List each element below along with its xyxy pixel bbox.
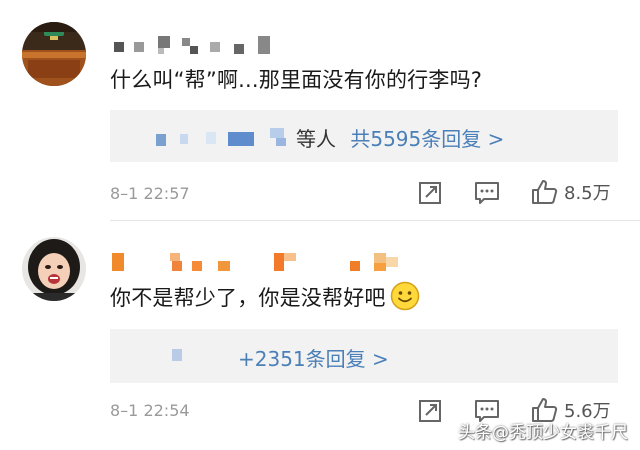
reply-summary-box[interactable]: 等人 共5595条回复 > — [110, 110, 618, 162]
share-icon — [419, 182, 441, 204]
watermark: 头条@秃顶少女裘千尺 — [458, 423, 628, 443]
comment-text: 什么叫“帮”啊...那里面没有你的行李吗? — [110, 68, 483, 92]
reply-count-link[interactable]: 共5595条回复 > — [350, 127, 504, 151]
share-button[interactable] — [418, 181, 442, 205]
like-button[interactable]: 8.5万 — [530, 178, 611, 206]
comment-icon — [475, 182, 499, 204]
comment-item: 你不是帮少了，你是没帮好吧 +2351条回复 > 8–1 22:54 5.6万 — [0, 221, 640, 450]
comment-text: 你不是帮少了，你是没帮好吧 — [110, 281, 420, 312]
reply-summary-text[interactable]: +2351条回复 > — [238, 343, 389, 372]
reply-count-link[interactable]: +2351条回复 > — [238, 347, 389, 371]
reply-people-label: 等人 — [296, 127, 336, 151]
avatar[interactable] — [22, 22, 86, 86]
comment-list: 什么叫“帮”啊...那里面没有你的行李吗? 等人 共5595条回复 > 8–1 … — [0, 0, 640, 450]
comment-item: 什么叫“帮”啊...那里面没有你的行李吗? 等人 共5595条回复 > 8–1 … — [0, 0, 640, 221]
avatar-image — [22, 237, 86, 301]
avatar-image — [22, 22, 86, 86]
comment-text-body: 你不是帮少了，你是没帮好吧 — [110, 286, 386, 310]
smile-emoji-icon — [390, 281, 419, 311]
comment-timestamp: 8–1 22:57 — [110, 184, 190, 203]
reply-summary-box[interactable]: +2351条回复 > — [110, 329, 618, 383]
share-button[interactable] — [418, 399, 442, 423]
avatar[interactable] — [22, 237, 86, 301]
comment-timestamp: 8–1 22:54 — [110, 401, 190, 420]
thumbs-up-icon — [532, 180, 558, 204]
username-mosaic[interactable] — [112, 253, 402, 273]
comment-button[interactable] — [474, 181, 500, 205]
username-mosaic[interactable] — [112, 36, 272, 56]
like-count: 8.5万 — [564, 183, 611, 204]
reply-summary-text[interactable]: 等人 共5595条回复 > — [296, 123, 504, 152]
share-icon — [419, 400, 441, 422]
